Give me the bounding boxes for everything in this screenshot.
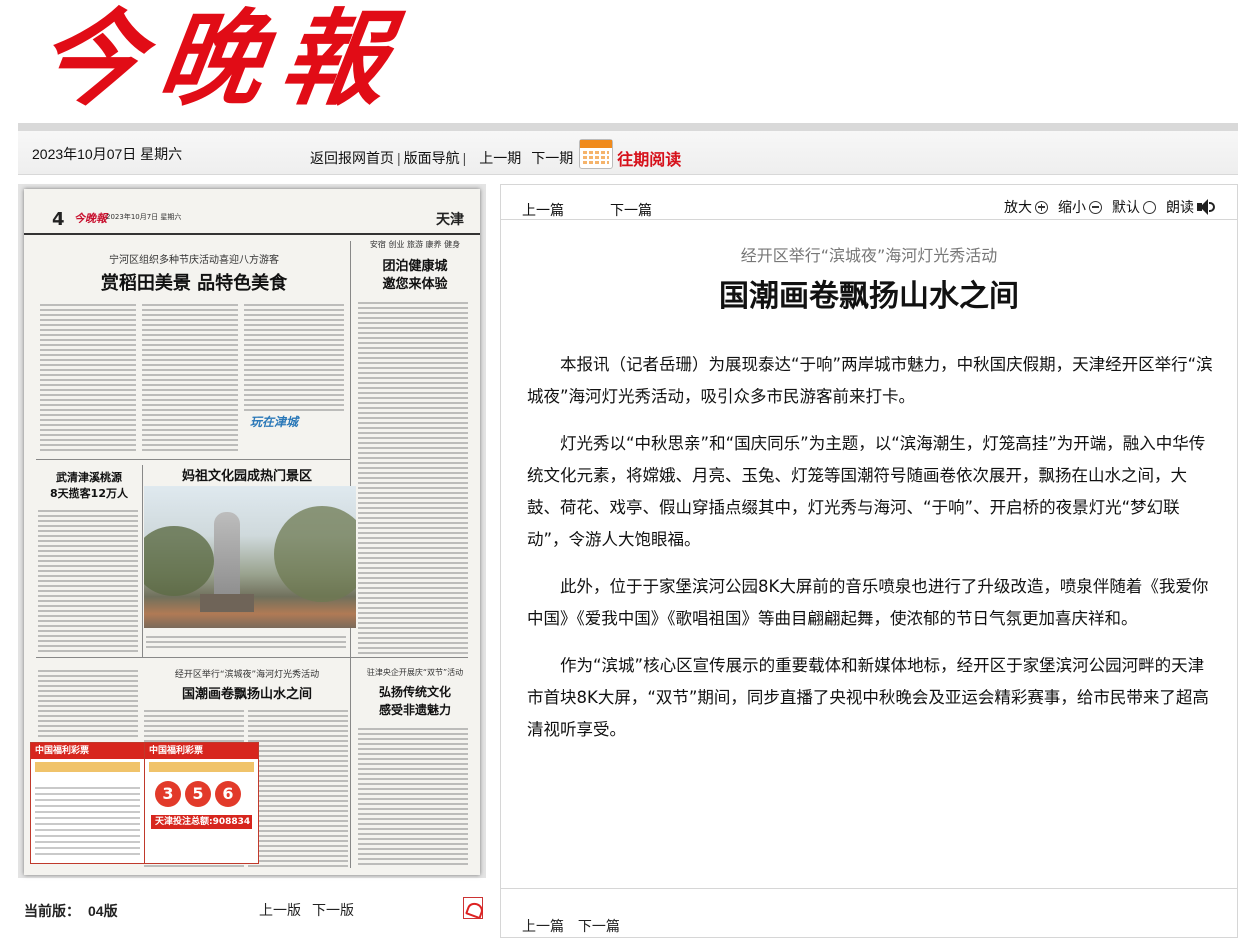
nav-separator: |: [462, 150, 467, 166]
article-footer: 上一篇 下一篇: [522, 916, 630, 936]
promo-logo: 玩在津城: [250, 415, 299, 429]
story-headline[interactable]: 武清津溪桃源: [36, 469, 142, 485]
next-page-link[interactable]: 下一版: [312, 900, 354, 920]
story-headline[interactable]: 邀您来体验: [356, 273, 474, 292]
story-photo[interactable]: [144, 486, 356, 628]
article-paragraph: 作为“滨城”核心区宣传展示的重要载体和新媒体地标，经开区于家堡滨河公园河畔的天津…: [527, 656, 1209, 739]
calendar-icon[interactable]: [579, 139, 614, 169]
story-headline[interactable]: 妈祖文化园成热门景区: [144, 465, 350, 484]
story-kicker[interactable]: 安宿 创业 旅游 康养 健身: [356, 239, 474, 250]
nav-links: 返回报网首页 | 版面导航 | 上一期 下一期 往期阅读: [310, 139, 681, 173]
page-number: 4: [52, 209, 65, 230]
lottery-ad[interactable]: 中国福利彩票: [30, 742, 145, 864]
story-headline[interactable]: 感受非遗魅力: [356, 701, 474, 718]
story-kicker[interactable]: 经开区举行“滨城夜”海河灯光秀活动: [144, 667, 350, 680]
nav-separator: |: [397, 150, 401, 166]
page-thumbnail[interactable]: 4 今晚報 2023年10月7日 星期六 天津 宁河区组织多种节庆活动喜迎八方游…: [24, 189, 480, 875]
story-kicker[interactable]: 驻津央企开展庆“双节”活动: [356, 667, 474, 678]
prev-issue-link[interactable]: 上一期: [479, 148, 521, 168]
pdf-icon[interactable]: [463, 897, 483, 919]
article-paragraph: 本报讯（记者岳珊）为展现泰达“于响”两岸城市魅力，中秋国庆假期，天津经开区举行“…: [527, 355, 1213, 406]
newspaper-logo[interactable]: 今晚報: [29, 0, 412, 120]
page-date: 2023年10月7日 星期六: [106, 213, 182, 221]
prev-page-link[interactable]: 上一版: [259, 900, 301, 920]
page-header: 4 今晚報 2023年10月7日 星期六 天津: [24, 189, 480, 235]
story-headline[interactable]: 团泊健康城: [356, 255, 474, 274]
masthead: 今晚報: [0, 0, 1256, 123]
story-kicker[interactable]: 宁河区组织多种节庆活动喜迎八方游客: [44, 251, 344, 266]
current-page-label: 当前版：: [24, 903, 80, 919]
archive-link[interactable]: 往期阅读: [617, 146, 681, 170]
default-size-button[interactable]: 默认: [1112, 197, 1156, 217]
prev-article-link[interactable]: 上一篇: [522, 200, 564, 220]
zoom-in-button[interactable]: 放大: [1004, 197, 1048, 217]
current-page-value: 04版: [88, 903, 118, 919]
story-headline[interactable]: 8天揽客12万人: [36, 485, 142, 501]
page-brand: 今晚報: [74, 212, 107, 225]
article-kicker: 经开区举行“滨城夜”海河灯光秀活动: [740, 246, 998, 265]
layout-nav-link[interactable]: 版面导航: [404, 148, 460, 168]
article-panel: 上一篇 下一篇 放大 缩小 默认 朗读 经开区举行“滨城夜”海河灯光秀活动 国潮…: [500, 184, 1238, 938]
story-headline[interactable]: 弘扬传统文化: [356, 683, 474, 700]
article-body: 本报讯（记者岳珊）为展现泰达“于响”两岸城市魅力，中秋国庆假期，天津经开区举行“…: [527, 349, 1215, 761]
lottery-ad[interactable]: 中国福利彩票 3 5 6 天津投注总额:908834元: [144, 742, 259, 864]
prev-article-link[interactable]: 上一篇: [522, 918, 564, 934]
lottery-numbers: 3 5 6: [155, 781, 241, 807]
nav-bar: 2023年10月07日 星期六 返回报网首页 | 版面导航 | 上一期 下一期 …: [18, 131, 1238, 175]
radio-default-icon: [1143, 200, 1156, 214]
home-link[interactable]: 返回报网首页: [310, 148, 394, 168]
next-article-link[interactable]: 下一篇: [578, 918, 620, 934]
page-section: 天津: [436, 212, 464, 228]
top-strip: [18, 123, 1238, 131]
story-headline[interactable]: 国潮画卷飘扬山水之间: [144, 683, 350, 702]
article-headline: 国潮画卷飘扬山水之间: [719, 279, 1019, 314]
article-toolbar: 上一篇 下一篇 放大 缩小 默认 朗读: [501, 185, 1237, 220]
zoom-out-button[interactable]: 缩小: [1058, 197, 1102, 217]
article-paragraph: 此外，位于于家堡滨河公园8K大屏前的音乐喷泉也进行了升级改造，喷泉伴随着《我爱你…: [527, 577, 1209, 628]
reading-tools: 放大 缩小 默认 朗读: [1004, 197, 1215, 217]
lottery-jackpot: 天津投注总额:908834元: [151, 815, 252, 841]
speaker-icon: [1197, 199, 1215, 215]
article-paragraph: 灯光秀以“中秋思亲”和“国庆同乐”为主题，以“滨海潮生，灯笼高挂”为开端，融入中…: [527, 434, 1206, 549]
zoom-out-icon: [1089, 200, 1102, 214]
next-article-link[interactable]: 下一篇: [610, 200, 652, 220]
issue-date: 2023年10月07日 星期六: [32, 146, 183, 162]
next-issue-link[interactable]: 下一期: [531, 148, 573, 168]
story-headline[interactable]: 赏稻田美景 品特色美食: [44, 269, 344, 295]
divider: [501, 888, 1237, 889]
zoom-in-icon: [1035, 200, 1048, 214]
read-aloud-button[interactable]: 朗读: [1166, 197, 1215, 217]
page-footer: 当前版： 04版 上一版 下一版: [18, 893, 486, 923]
